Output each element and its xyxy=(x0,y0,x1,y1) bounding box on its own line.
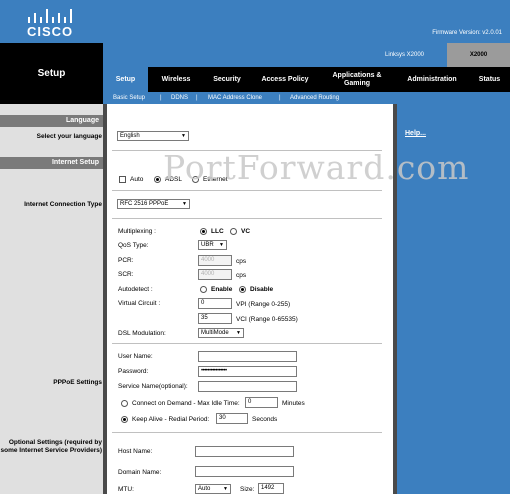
dsl-modulation-select[interactable]: MultiMode ▼ xyxy=(198,328,244,338)
virtual-circuit-label: Virtual Circuit : xyxy=(118,300,161,307)
divider xyxy=(112,218,382,219)
model-name: Linksys X2000 xyxy=(385,52,425,58)
page-title: Setup xyxy=(37,68,66,79)
domain-name-input[interactable] xyxy=(195,466,294,477)
adsl-radio[interactable] xyxy=(154,176,161,183)
service-name-label: Service Name(optional): xyxy=(118,383,188,390)
tab-applications-gaming[interactable]: Applications & Gaming xyxy=(320,67,394,92)
connect-on-demand-radio[interactable] xyxy=(121,400,128,407)
qos-select-value: UBR xyxy=(201,242,214,248)
subtab-mac-clone[interactable]: MAC Address Clone xyxy=(208,92,262,104)
autodetect-disable-radio[interactable] xyxy=(239,286,246,293)
divider xyxy=(112,343,382,344)
vpi-input[interactable]: 0 xyxy=(198,298,232,309)
autodetect-disable-label: Disable xyxy=(250,286,274,293)
qos-select[interactable]: UBR ▼ xyxy=(198,240,227,250)
label-optional-settings: Optional Settings (required by some Inte… xyxy=(0,439,102,454)
llc-radio[interactable] xyxy=(200,228,207,235)
password-input[interactable]: •••••••••••••••• xyxy=(198,366,297,377)
mtu-label: MTU: xyxy=(118,486,134,493)
subnav-separator: | xyxy=(279,95,281,101)
mtu-size-input[interactable]: 1492 xyxy=(258,483,284,494)
subnav-separator: | xyxy=(160,95,162,101)
section-language: Language xyxy=(0,115,103,127)
password-label: Password: xyxy=(118,368,149,375)
pcr-unit: cps xyxy=(236,258,247,265)
auto-checkbox[interactable] xyxy=(119,176,126,183)
subtab-advanced-routing[interactable]: Advanced Routing xyxy=(290,92,339,104)
chevron-down-icon: ▼ xyxy=(181,133,186,139)
host-name-input[interactable] xyxy=(195,446,294,457)
autodetect-enable-label: Enable xyxy=(211,286,233,293)
username-input[interactable] xyxy=(198,351,297,362)
tab-security[interactable]: Security xyxy=(203,67,251,92)
max-idle-time-unit: Minutes xyxy=(282,400,305,407)
chevron-down-icon: ▼ xyxy=(223,486,228,492)
label-connection-type: Internet Connection Type xyxy=(24,201,102,208)
chevron-down-icon: ▼ xyxy=(236,330,241,336)
tab-access-policy[interactable]: Access Policy xyxy=(252,67,318,92)
tab-wireless[interactable]: Wireless xyxy=(150,67,202,92)
host-name-label: Host Name: xyxy=(118,448,153,455)
language-select[interactable]: English ▼ xyxy=(117,131,189,141)
multiplexing-label: Multiplexing : xyxy=(118,228,156,235)
divider xyxy=(112,190,382,191)
connection-type-select[interactable]: RFC 2516 PPPoE ▼ xyxy=(117,199,190,209)
vci-input[interactable]: 35 xyxy=(198,313,232,324)
vc-radio[interactable] xyxy=(230,228,237,235)
tab-status[interactable]: Status xyxy=(469,67,510,92)
username-label: User Name: xyxy=(118,353,153,360)
label-select-language: Select your language xyxy=(36,133,102,140)
tab-setup[interactable]: Setup xyxy=(103,67,148,92)
mtu-select-value: Auto xyxy=(198,486,211,492)
subtab-ddns[interactable]: DDNS xyxy=(171,92,188,104)
model-code: X2000 xyxy=(469,52,488,58)
auto-label: Auto xyxy=(130,176,144,183)
connection-type-value: RFC 2516 PPPoE xyxy=(120,201,169,207)
dsl-modulation-value: MultiMode xyxy=(201,330,229,336)
connect-on-demand-label: Connect on Demand - Max Idle Time: xyxy=(132,400,240,407)
divider xyxy=(112,432,382,433)
service-name-input[interactable] xyxy=(198,381,297,392)
redial-period-input[interactable]: 30 xyxy=(216,413,248,424)
subtab-basic-setup[interactable]: Basic Setup xyxy=(113,92,145,104)
llc-label: LLC xyxy=(211,228,224,235)
autodetect-enable-radio[interactable] xyxy=(200,286,207,293)
section-internet-setup: Internet Setup xyxy=(0,157,103,169)
dsl-modulation-label: DSL Modulation: xyxy=(118,330,166,337)
scr-input[interactable]: 4000 xyxy=(198,269,232,280)
subnav-separator: | xyxy=(196,95,198,101)
watermark-text: PortForward.com xyxy=(163,148,470,187)
autodetect-label: Autodetect : xyxy=(118,286,153,293)
pcr-input[interactable]: 4000 xyxy=(198,255,232,266)
left-divider xyxy=(103,104,107,494)
vpi-range: VPI (Range 0-255) xyxy=(236,301,291,308)
language-select-value: English xyxy=(120,133,140,139)
chevron-down-icon: ▼ xyxy=(182,201,187,207)
label-pppoe-settings: PPPoE Settings xyxy=(53,379,102,386)
mtu-size-label: Size: xyxy=(240,486,255,493)
scr-unit: cps xyxy=(236,272,247,279)
keep-alive-label: Keep Alive - Redial Period: xyxy=(132,416,210,423)
brand-logo-text: CISCO xyxy=(27,24,74,39)
pcr-label: PCR: xyxy=(118,257,134,264)
firmware-version: Firmware Version: v2.0.01 xyxy=(432,30,502,36)
chevron-down-icon: ▼ xyxy=(219,242,224,248)
scr-label: SCR: xyxy=(118,271,134,278)
help-link[interactable]: Help... xyxy=(405,130,426,137)
domain-name-label: Domain Name: xyxy=(118,469,162,476)
vci-range: VCI (Range 0-65535) xyxy=(236,316,298,323)
max-idle-time-input[interactable]: 0 xyxy=(245,397,278,408)
redial-period-unit: Seconds xyxy=(252,416,278,423)
cisco-logo-icon xyxy=(28,9,72,23)
tab-administration[interactable]: Administration xyxy=(396,67,468,92)
mtu-select[interactable]: Auto ▼ xyxy=(195,484,231,494)
keep-alive-radio[interactable] xyxy=(121,416,128,423)
qos-label: QoS Type: xyxy=(118,242,149,249)
vc-label: VC xyxy=(241,228,251,235)
